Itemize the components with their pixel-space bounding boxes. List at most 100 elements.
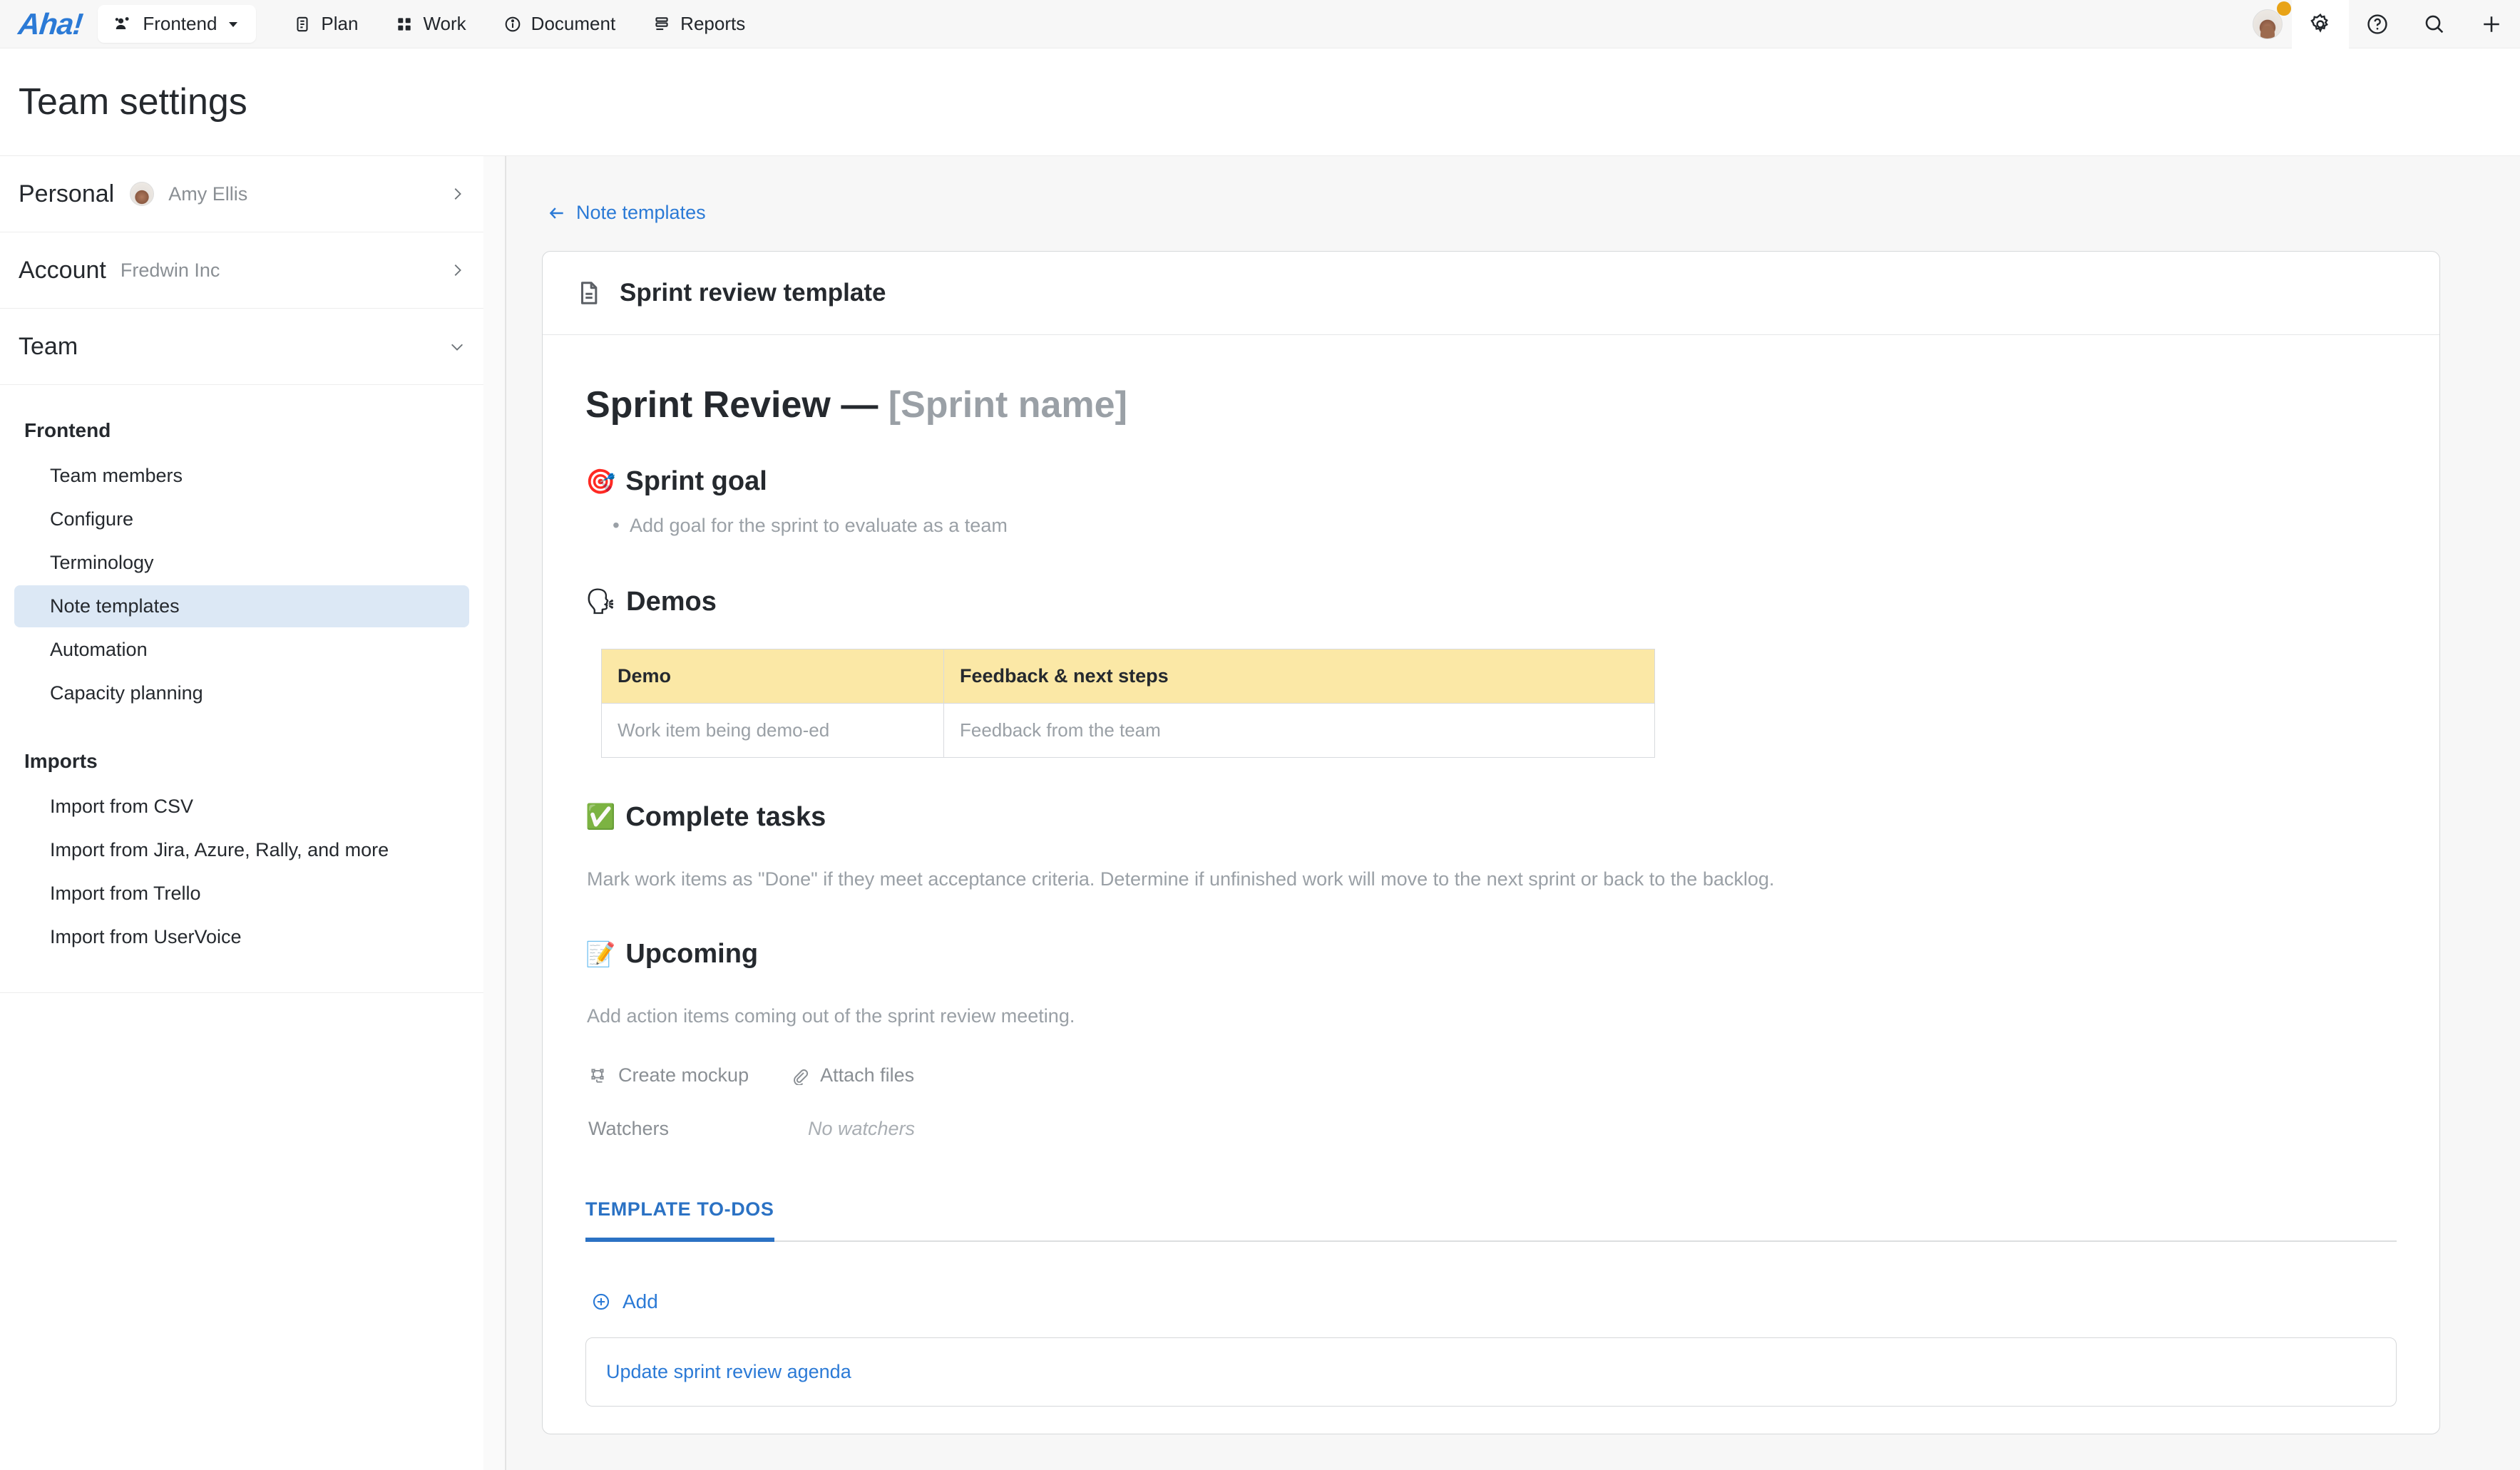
main-content: Note templates Sprint review template Sp… <box>506 156 2520 1470</box>
user-avatar-button[interactable] <box>2243 0 2292 48</box>
back-link-label: Note templates <box>576 202 706 223</box>
chevron-down-icon <box>226 17 240 31</box>
workspace-label: Frontend <box>143 13 217 34</box>
report-icon <box>652 15 671 34</box>
list-item[interactable]: Add goal for the sprint to evaluate as a… <box>610 508 2397 543</box>
watchers-value[interactable]: No watchers <box>808 1118 915 1140</box>
page-title: Team settings <box>19 81 247 123</box>
document-title[interactable]: Sprint Review — [Sprint name] <box>585 384 2397 426</box>
sidebar-item-import-trello[interactable]: Import from Trello <box>14 873 469 915</box>
chevron-down-icon <box>449 339 465 354</box>
nav-item-document[interactable]: Document <box>485 6 635 42</box>
nav-label-document: Document <box>531 13 616 34</box>
demos-table: Demo Feedback & next steps Work item bei… <box>601 648 1655 758</box>
template-card-header: Sprint review template <box>543 252 2439 335</box>
aha-logo[interactable]: Aha! <box>0 7 100 41</box>
template-tabs: TEMPLATE TO-DOS <box>585 1198 2397 1243</box>
clipboard-icon <box>293 15 312 34</box>
sidebar-row-personal-key: Personal <box>19 180 115 207</box>
sidebar-group-frontend: Frontend Team members Configure Terminol… <box>0 385 483 714</box>
sidebar-item-note-templates[interactable]: Note templates <box>14 585 469 627</box>
mockup-icon <box>588 1066 607 1085</box>
tab-template-todos[interactable]: TEMPLATE TO-DOS <box>585 1198 774 1243</box>
gear-icon <box>2308 12 2332 36</box>
section-heading-sprint-goal: 🎯 Sprint goal <box>585 466 2397 497</box>
page-header: Team settings <box>0 48 2520 156</box>
todo-item[interactable]: Update sprint review agenda <box>585 1337 2397 1407</box>
sidebar-item-configure[interactable]: Configure <box>14 498 469 540</box>
create-mockup-label: Create mockup <box>618 1064 749 1086</box>
sidebar-item-import-jira[interactable]: Import from Jira, Azure, Rally, and more <box>14 829 469 871</box>
search-icon <box>2422 12 2447 36</box>
plus-icon <box>2479 12 2504 36</box>
avatar <box>130 182 155 206</box>
attach-files-label: Attach files <box>820 1064 915 1086</box>
nav-item-reports[interactable]: Reports <box>634 6 764 42</box>
demos-table-body: Work item being demo-ed Feedback from th… <box>601 702 1655 758</box>
search-button[interactable] <box>2406 0 2463 48</box>
section-heading-demos: 🗣 Demos <box>585 587 2397 617</box>
add-button[interactable] <box>2463 0 2520 48</box>
create-mockup-button[interactable]: Create mockup <box>588 1064 749 1086</box>
section-heading-upcoming: 📝 Upcoming <box>585 939 2397 970</box>
section-heading-complete-tasks-label: Complete tasks <box>625 801 826 832</box>
grid-icon <box>395 15 414 34</box>
attach-files-button[interactable]: Attach files <box>790 1064 914 1086</box>
sidebar-item-team-members[interactable]: Team members <box>14 455 469 497</box>
sidebar-row-account-key: Account <box>19 256 106 284</box>
cell-demo[interactable]: Work item being demo-ed <box>601 702 944 758</box>
sidebar-item-capacity-planning[interactable]: Capacity planning <box>14 672 469 714</box>
info-circle-icon <box>503 15 522 34</box>
section-heading-sprint-goal-label: Sprint goal <box>625 466 767 496</box>
nav-item-work[interactable]: Work <box>377 6 484 42</box>
speaking-head-icon: 🗣 <box>585 588 617 616</box>
sidebar-row-team[interactable]: Team <box>0 309 483 385</box>
sidebar-row-personal-value: Amy Ellis <box>168 183 248 205</box>
back-to-note-templates-link[interactable]: Note templates <box>548 202 706 224</box>
help-button[interactable] <box>2349 0 2406 48</box>
nav-label-work: Work <box>423 13 466 34</box>
workspace-selector[interactable]: Frontend <box>98 5 257 43</box>
sidebar-row-account-value: Fredwin Inc <box>120 259 220 281</box>
cell-feedback[interactable]: Feedback from the team <box>943 702 1655 758</box>
top-nav-right-icons <box>2243 0 2520 48</box>
add-todo-button[interactable]: Add <box>591 1290 2397 1313</box>
column-header-feedback: Feedback & next steps <box>943 648 1655 704</box>
upcoming-paragraph[interactable]: Add action items coming out of the sprin… <box>587 1001 2397 1032</box>
page-body: Personal Amy Ellis Account Fredwin Inc T… <box>0 156 2520 1470</box>
sprint-goal-bullet-list: Add goal for the sprint to evaluate as a… <box>610 508 2397 543</box>
sidebar-item-terminology[interactable]: Terminology <box>14 542 469 584</box>
complete-tasks-paragraph[interactable]: Mark work items as "Done" if they meet a… <box>587 864 2397 895</box>
paperclip-icon <box>790 1066 809 1085</box>
sidebar-item-import-uservoice[interactable]: Import from UserVoice <box>14 916 469 958</box>
check-mark-icon: ✅ <box>585 803 616 831</box>
notification-badge[interactable] <box>2277 1 2291 16</box>
sidebar-group-heading-frontend: Frontend <box>24 419 111 441</box>
section-heading-demos-label: Demos <box>626 586 717 617</box>
sidebar-item-import-csv[interactable]: Import from CSV <box>14 786 469 828</box>
sidebar-row-personal[interactable]: Personal Amy Ellis <box>0 156 483 232</box>
target-icon: 🎯 <box>585 468 616 495</box>
sidebar-row-account[interactable]: Account Fredwin Inc <box>0 232 483 309</box>
template-card: Sprint review template Sprint Review — [… <box>542 251 2440 1434</box>
sidebar-group-heading-imports: Imports <box>24 750 98 772</box>
demos-table-head: Demo Feedback & next steps <box>601 648 1655 704</box>
settings-sidebar: Personal Amy Ellis Account Fredwin Inc T… <box>0 156 483 1470</box>
table-row: Work item being demo-ed Feedback from th… <box>601 702 1655 758</box>
sidebar-gutter <box>483 156 505 1470</box>
column-header-demo: Demo <box>601 648 944 704</box>
avatar <box>2253 9 2283 39</box>
settings-button[interactable] <box>2292 0 2349 48</box>
template-card-body: Sprint Review — [Sprint name] 🎯 Sprint g… <box>543 335 2439 1407</box>
section-heading-upcoming-label: Upcoming <box>625 939 759 970</box>
section-heading-complete-tasks: ✅ Complete tasks <box>585 802 2397 833</box>
sidebar-item-automation[interactable]: Automation <box>14 629 469 671</box>
nav-item-plan[interactable]: Plan <box>275 6 377 42</box>
sidebar-row-team-key: Team <box>19 332 78 360</box>
people-icon <box>113 14 133 34</box>
watchers-label: Watchers <box>588 1118 670 1140</box>
